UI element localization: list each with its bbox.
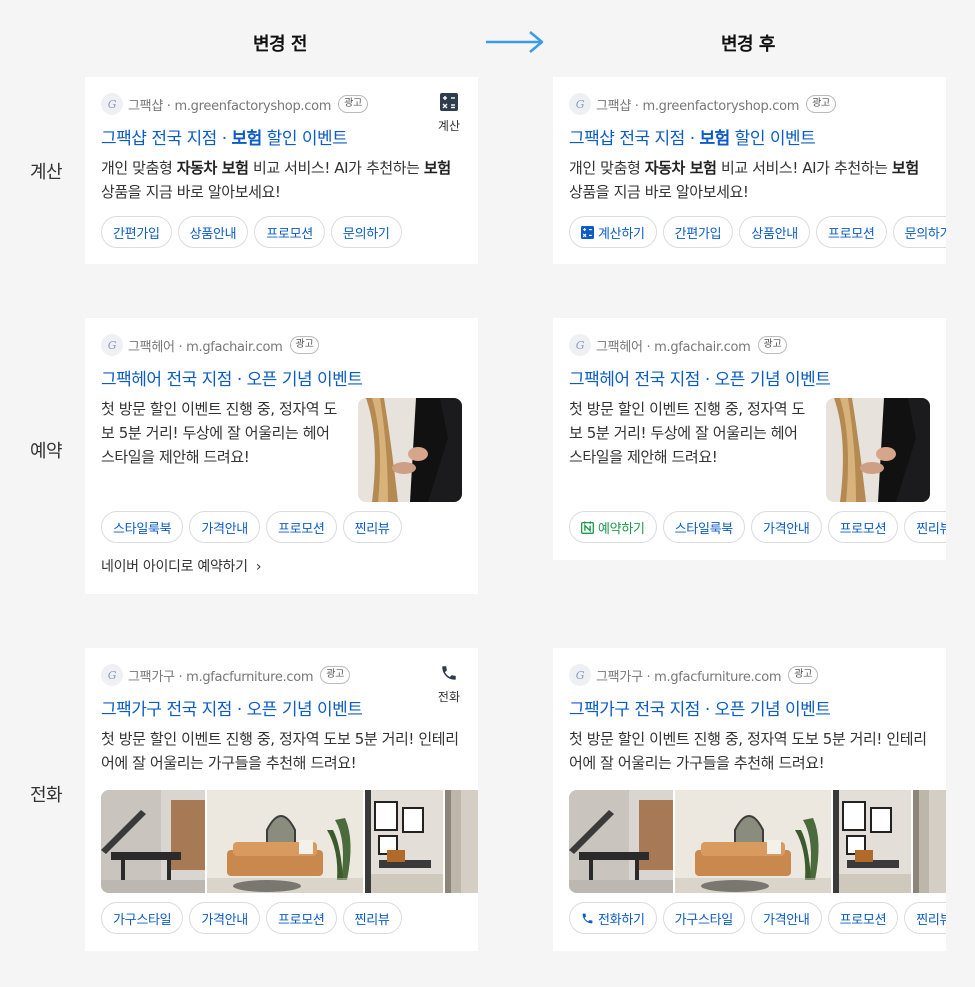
chip[interactable]: 프로모션 <box>815 216 887 248</box>
reserve-ad-card-before: G 그팩헤어 · m.gfachair.com 광고 그팩헤어 전국 지점 · … <box>85 318 478 594</box>
ad-badge: 광고 <box>338 95 368 113</box>
calculator-icon <box>581 225 594 239</box>
ad-description: 개인 맞춤형 자동차 보험 비교 서비스! AI가 추천하는 보험 상품을 지금… <box>569 159 919 201</box>
gallery-image <box>365 790 443 893</box>
row-label-calc: 계산 <box>30 162 63 183</box>
chip[interactable]: 문의하기 <box>330 216 402 248</box>
naver-reserve-icon <box>581 520 594 534</box>
phone-icon <box>582 913 593 923</box>
ad-title[interactable]: 그팩샵 전국 지점 · 보험 할인 이벤트 <box>101 124 348 149</box>
gallery-image <box>207 790 363 893</box>
ad-source: G 그팩샵 · m.greenfactoryshop.com 광고 <box>101 93 368 115</box>
ad-description: 첫 방문 할인 이벤트 진행 중, 정자역 도보 5분 거리! 두상에 잘 어울… <box>569 400 805 466</box>
arrow-right-icon <box>486 31 544 53</box>
ad-title[interactable]: 그팩헤어 전국 지점 · 오픈 기념 이벤트 <box>101 365 363 390</box>
chip[interactable]: 가구스타일 <box>101 902 184 934</box>
gallery-image <box>101 790 205 893</box>
ad-source: G 그팩샵 · m.greenfactoryshop.com 광고 <box>569 93 836 115</box>
chip[interactable]: 가격안내 <box>189 511 260 543</box>
row-label-reserve: 예약 <box>30 441 63 462</box>
favicon-icon: G <box>101 664 123 686</box>
ad-badge: 광고 <box>289 336 320 354</box>
reserve-button[interactable]: 예약하기 <box>569 511 657 543</box>
extension-chips: 예약하기 스타일룩북 가격안내 프로모션 찐리뷰 <box>569 511 946 543</box>
chip[interactable]: 상품안내 <box>177 216 249 248</box>
chip[interactable]: 프로모션 <box>827 902 899 934</box>
favicon-icon: G <box>101 334 123 356</box>
chip[interactable]: 가격안내 <box>750 902 822 934</box>
extension-chips: 가구스타일 가격안내 프로모션 찐리뷰 <box>101 902 402 934</box>
furniture-gallery <box>101 790 478 893</box>
phone-ad-card-after: G 그팩가구 · m.gfacfurniture.com 광고 그팩가구 전국 … <box>553 648 946 951</box>
calc-ad-card-after: G 그팩샵 · m.greenfactoryshop.com 광고 그팩샵 전국… <box>553 77 946 264</box>
phone-action[interactable]: 전화 <box>438 664 460 705</box>
reserve-ad-card-after: G 그팩헤어 · m.gfachair.com 광고 그팩헤어 전국 지점 · … <box>553 318 946 560</box>
chip[interactable]: 문의하기 <box>892 216 946 248</box>
ad-source: G 그팩헤어 · m.gfachair.com 광고 <box>101 334 320 356</box>
chip[interactable]: 찐리뷰 <box>904 511 946 543</box>
ad-title[interactable]: 그팩헤어 전국 지점 · 오픈 기념 이벤트 <box>569 365 831 390</box>
chip[interactable]: 간편가입 <box>101 216 172 248</box>
favicon-icon: G <box>569 664 591 686</box>
hair-salon-image <box>358 398 462 502</box>
ad-title[interactable]: 그팩가구 전국 지점 · 오픈 기념 이벤트 <box>101 695 363 720</box>
call-button[interactable]: 전화하기 <box>569 902 657 934</box>
ad-description: 첫 방문 할인 이벤트 진행 중, 정자역 도보 5분 거리! 인테리어에 잘 … <box>569 730 927 772</box>
ad-badge: 광고 <box>320 666 351 684</box>
calculator-action[interactable]: 계산 <box>438 93 460 134</box>
ad-badge: 광고 <box>788 666 819 684</box>
row-label-phone: 전화 <box>30 785 63 806</box>
before-header: 변경 전 <box>253 34 307 55</box>
chip[interactable]: 찐리뷰 <box>342 902 402 934</box>
gallery-image <box>833 790 911 893</box>
chip[interactable]: 가격안내 <box>189 902 260 934</box>
ad-source: G 그팩가구 · m.gfacfurniture.com 광고 <box>101 664 351 686</box>
calculate-button[interactable]: 계산하기 <box>569 216 657 248</box>
chip[interactable]: 가격안내 <box>750 511 822 543</box>
ad-title[interactable]: 그팩가구 전국 지점 · 오픈 기념 이벤트 <box>569 695 831 720</box>
chip[interactable]: 찐리뷰 <box>342 511 402 543</box>
ad-description: 개인 맞춤형 자동차 보험 비교 서비스! AI가 추천하는 보험 상품을 지금… <box>101 159 451 201</box>
gallery-image <box>445 790 478 893</box>
gallery-image <box>675 790 831 893</box>
chip[interactable]: 간편가입 <box>662 216 734 248</box>
chip[interactable]: 프로모션 <box>265 902 337 934</box>
ad-source: G 그팩헤어 · m.gfachair.com 광고 <box>569 334 788 356</box>
chip[interactable]: 찐리뷰 <box>904 902 946 934</box>
ad-badge: 광고 <box>806 95 836 113</box>
gallery-image <box>913 790 946 893</box>
calculator-icon <box>439 93 458 111</box>
chip[interactable]: 프로모션 <box>254 216 325 248</box>
phone-ad-card-before: G 그팩가구 · m.gfacfurniture.com 광고 그팩가구 전국 … <box>85 648 478 951</box>
extension-chips: 계산하기 간편가입 상품안내 프로모션 문의하기 <box>569 216 946 248</box>
favicon-icon: G <box>101 93 123 115</box>
ad-badge: 광고 <box>757 336 788 354</box>
chip[interactable]: 가구스타일 <box>662 902 745 934</box>
chip[interactable]: 스타일룩북 <box>662 511 745 543</box>
favicon-icon: G <box>569 334 591 356</box>
hair-salon-image <box>826 398 930 502</box>
extension-chips: 스타일룩북 가격안내 프로모션 찐리뷰 <box>101 511 402 543</box>
chip[interactable]: 프로모션 <box>827 511 899 543</box>
chip[interactable]: 프로모션 <box>265 511 337 543</box>
chevron-right-icon: › <box>255 559 262 575</box>
ad-description: 첫 방문 할인 이벤트 진행 중, 정자역 도보 5분 거리! 인테리어에 잘 … <box>101 730 459 772</box>
furniture-gallery <box>569 790 946 893</box>
calc-ad-card-before: G 그팩샵 · m.greenfactoryshop.com 광고 그팩샵 전국… <box>85 77 478 264</box>
favicon-icon: G <box>569 93 591 115</box>
ad-source: G 그팩가구 · m.gfacfurniture.com 광고 <box>569 664 819 686</box>
extension-chips: 간편가입 상품안내 프로모션 문의하기 <box>101 216 402 248</box>
ad-description: 첫 방문 할인 이벤트 진행 중, 정자역 도보 5분 거리! 두상에 잘 어울… <box>101 400 337 466</box>
chip[interactable]: 상품안내 <box>739 216 810 248</box>
gallery-image <box>569 790 673 893</box>
ad-title[interactable]: 그팩샵 전국 지점 · 보험 할인 이벤트 <box>569 124 816 149</box>
phone-icon <box>442 666 456 680</box>
extension-chips: 전화하기 가구스타일 가격안내 프로모션 찐리뷰 <box>569 902 946 934</box>
chip[interactable]: 스타일룩북 <box>101 511 184 543</box>
naver-reserve-link[interactable]: 네이버 아이디로 예약하기 › <box>101 556 261 576</box>
after-header: 변경 후 <box>721 34 775 55</box>
